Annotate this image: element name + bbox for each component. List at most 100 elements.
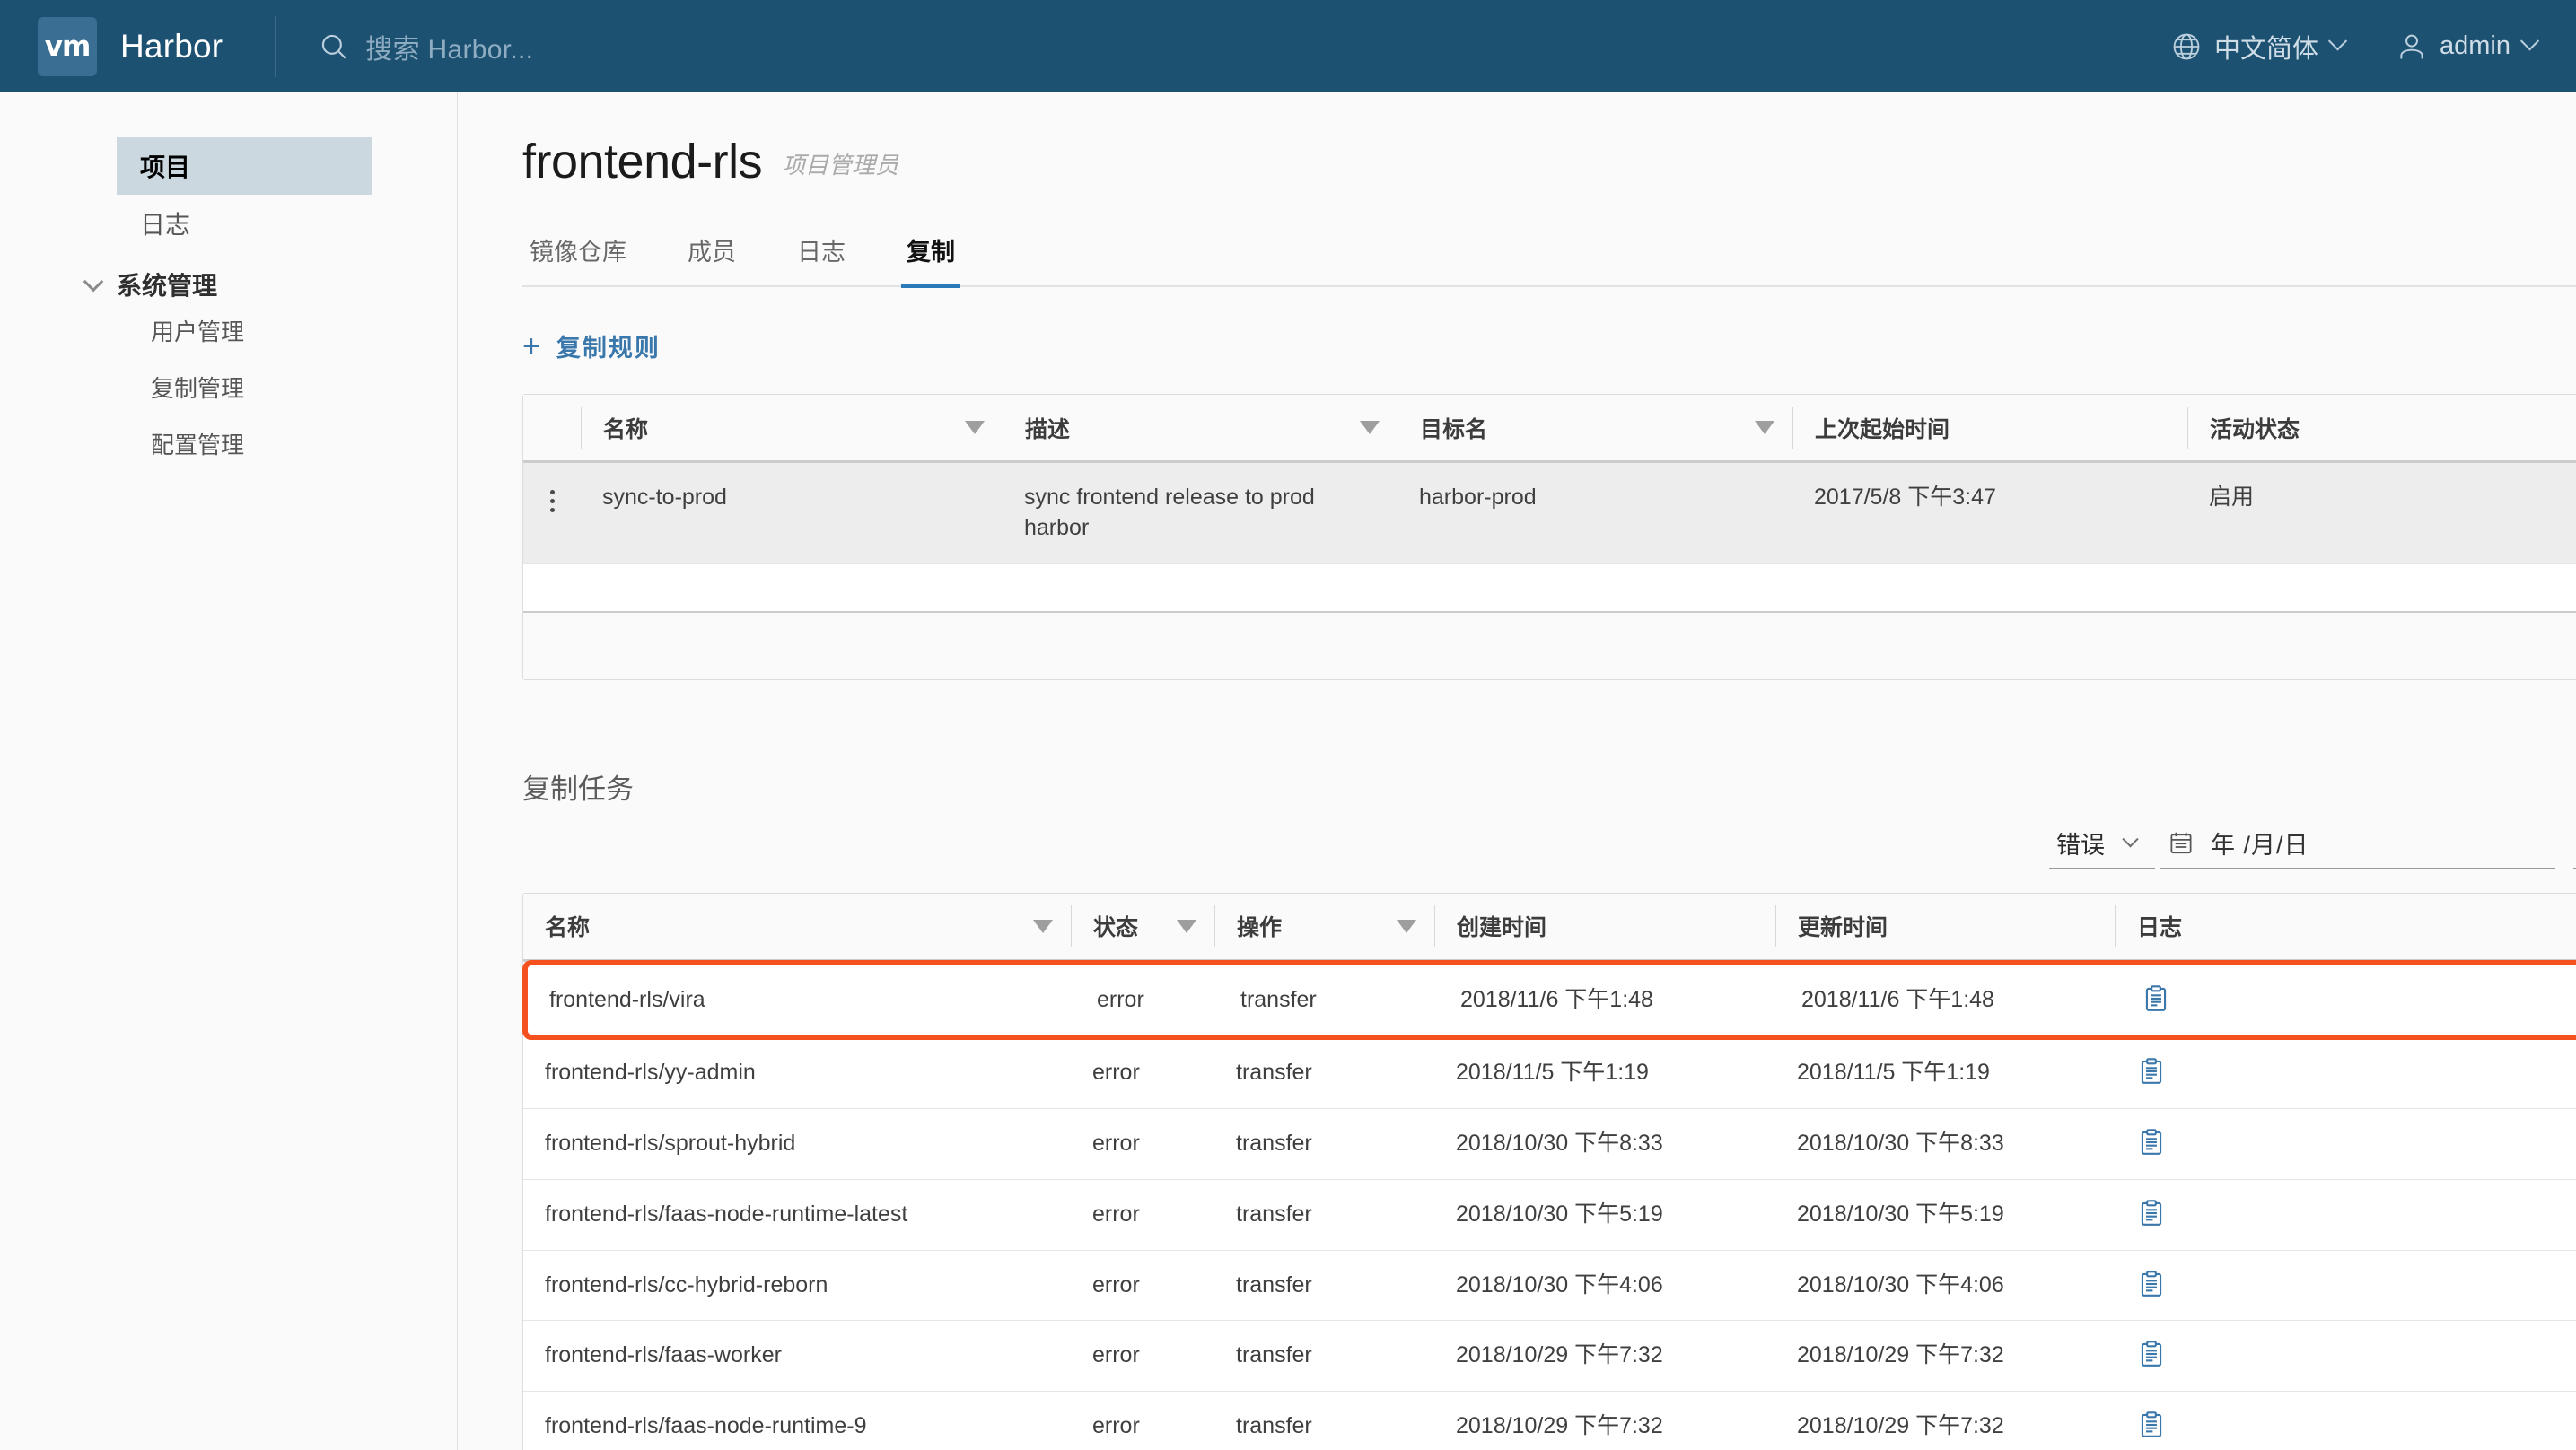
rules-header-description-label: 描述: [1025, 412, 1070, 444]
filter-icon[interactable]: [1755, 421, 1774, 434]
table-row[interactable]: sync-to-prod sync frontend release to pr…: [523, 463, 2576, 564]
header-divider: [275, 16, 276, 77]
rules-header-activity-status-label: 活动状态: [2210, 412, 2300, 444]
sidebar-item-projects[interactable]: 项目: [117, 137, 372, 195]
clipboard-log-icon: [2136, 1410, 2167, 1440]
cell-task-updated: 2018/10/29 下午7:32: [1775, 1392, 2115, 1450]
clipboard-log-icon: [2136, 1127, 2167, 1157]
table-row[interactable]: frontend-rls/faas-workererrortransfer201…: [523, 1321, 2576, 1392]
table-row[interactable]: frontend-rls/yy-adminerrortransfer2018/1…: [523, 1038, 2576, 1109]
chevron-down-icon: [2122, 831, 2138, 847]
cell-task-status: error: [1071, 1109, 1214, 1179]
tasks-date-from[interactable]: 年 /月/日: [2160, 825, 2555, 869]
tasks-status-filter-value: 错误: [2056, 825, 2105, 860]
table-row[interactable]: frontend-rls/faas-node-runtime-latesterr…: [523, 1180, 2576, 1251]
filter-icon[interactable]: [1360, 421, 1380, 434]
tasks-header-created: 创建时间: [1434, 905, 1775, 947]
sidebar-item-configuration-management[interactable]: 配置管理: [151, 415, 457, 472]
cell-rule-name: sync-to-prod: [581, 463, 1003, 533]
cell-task-created: 2018/10/29 下午7:32: [1434, 1321, 1775, 1391]
sidebar-item-logs[interactable]: 日志: [117, 195, 372, 252]
cell-task-created: 2018/11/5 下午1:19: [1434, 1038, 1775, 1108]
tab-replication[interactable]: 复制: [901, 223, 960, 288]
rules-header-last-start-label: 上次起始时间: [1815, 412, 1950, 444]
cell-task-operation: transfer: [1214, 1109, 1434, 1179]
tab-members[interactable]: 成员: [682, 223, 741, 288]
rules-header-name-label: 名称: [603, 412, 648, 444]
tasks-filters-row: 错误 年 /月/日: [2049, 825, 2576, 869]
filter-icon[interactable]: [1177, 920, 1196, 933]
main-content: frontend-rls 项目管理员 镜像仓库 成员 日志 复制 + 复制规则 …: [458, 92, 2576, 1450]
cell-task-status: error: [1075, 965, 1219, 1035]
cell-task-created: 2018/10/30 下午8:33: [1434, 1109, 1775, 1179]
rules-header-name: 名称: [581, 407, 1003, 449]
cell-task-name: frontend-rls/faas-node-runtime-9: [523, 1392, 1071, 1450]
clipboard-log-icon: [2136, 1269, 2167, 1299]
task-log-button[interactable]: [2115, 1038, 2167, 1087]
row-actions-menu-icon[interactable]: [523, 463, 581, 512]
sidebar-group-label: 系统管理: [117, 266, 217, 302]
task-log-button[interactable]: [2115, 1109, 2167, 1157]
new-replication-rule-label: 复制规则: [556, 328, 661, 363]
clipboard-log-icon: [2141, 983, 2171, 1014]
sidebar-item-replication-management[interactable]: 复制管理: [151, 359, 457, 415]
user-menu[interactable]: admin: [2396, 31, 2537, 62]
filter-icon[interactable]: [965, 421, 985, 434]
task-log-button[interactable]: [2115, 1180, 2167, 1228]
project-role-label: 项目管理员: [782, 147, 898, 189]
task-log-button[interactable]: [2115, 1392, 2167, 1440]
cell-task-status: error: [1071, 1180, 1214, 1250]
cell-task-created: 2018/10/29 下午7:32: [1434, 1392, 1775, 1450]
cell-task-operation: transfer: [1214, 1392, 1434, 1450]
cell-task-operation: transfer: [1214, 1180, 1434, 1250]
cell-task-name: frontend-rls/faas-worker: [523, 1321, 1071, 1391]
tasks-table-header: 名称 状态 操作 创建时间 更新时间 日志: [523, 894, 2576, 962]
project-tabs: 镜像仓库 成员 日志 复制: [522, 223, 2576, 287]
app-header: vm Harbor 搜索 Harbor... 中文简体: [0, 0, 2576, 92]
rules-table-empty-space: [523, 564, 2576, 611]
language-label: 中文简体: [2214, 28, 2318, 66]
sidebar-item-user-management[interactable]: 用户管理: [151, 302, 457, 359]
tab-repositories[interactable]: 镜像仓库: [524, 223, 632, 288]
new-replication-rule-button[interactable]: + 复制规则: [522, 328, 661, 363]
tasks-header-updated-label: 更新时间: [1798, 910, 1888, 942]
filter-icon[interactable]: [1033, 920, 1053, 933]
tasks-header-updated: 更新时间: [1775, 905, 2115, 947]
cell-task-updated: 2018/10/30 下午8:33: [1775, 1109, 2115, 1179]
header-actions: 中文简体 admin: [2171, 28, 2576, 66]
cell-task-status: error: [1071, 1251, 1214, 1321]
tab-logs[interactable]: 日志: [792, 223, 851, 288]
cell-task-name: frontend-rls/vira: [528, 965, 1075, 1035]
rules-header-target-label: 目标名: [1420, 412, 1487, 444]
brand[interactable]: vm Harbor: [0, 0, 223, 92]
task-log-button[interactable]: [2119, 965, 2171, 1014]
cell-rule-last-start: 2017/5/8 下午3:47: [1792, 463, 2187, 533]
tasks-section-header: 复制任务 简单检索: [522, 766, 2576, 869]
rules-table-footer: 1 - 1 共计 1 条: [523, 611, 2576, 679]
table-row[interactable]: frontend-rls/viraerrortransfer2018/11/6 …: [522, 960, 2576, 1041]
calendar-icon[interactable]: [2168, 829, 2195, 856]
cell-task-updated: 2018/10/29 下午7:32: [1775, 1321, 2115, 1391]
sidebar-group-administration[interactable]: 系统管理: [86, 266, 457, 302]
global-search[interactable]: 搜索 Harbor...: [319, 27, 533, 66]
table-row[interactable]: frontend-rls/faas-node-runtime-9errortra…: [523, 1392, 2576, 1450]
rules-header-activity-status: 活动状态: [2187, 407, 2576, 449]
language-switcher[interactable]: 中文简体: [2171, 28, 2344, 66]
replication-rules-table: 名称 描述 目标名 上次起始时间 活动状态: [522, 394, 2576, 680]
table-row[interactable]: frontend-rls/cc-hybrid-rebornerrortransf…: [523, 1251, 2576, 1322]
tasks-header-created-label: 创建时间: [1457, 910, 1546, 942]
tasks-date-from-value: 年 /月/日: [2211, 825, 2309, 860]
clipboard-log-icon: [2136, 1198, 2167, 1228]
plus-icon: +: [522, 331, 542, 362]
chevron-down-icon: [2520, 31, 2539, 50]
cell-task-updated: 2018/11/6 下午1:48: [1780, 965, 2119, 1035]
task-log-button[interactable]: [2115, 1251, 2167, 1299]
tasks-header-operation: 操作: [1214, 905, 1434, 947]
table-row[interactable]: frontend-rls/sprout-hybriderrortransfer2…: [523, 1109, 2576, 1180]
tasks-header-name-label: 名称: [545, 910, 590, 942]
tasks-status-filter[interactable]: 错误: [2049, 825, 2155, 869]
task-log-button[interactable]: [2115, 1321, 2167, 1369]
cell-rule-target: harbor-prod: [1398, 463, 1792, 533]
tasks-header-name: 名称: [523, 905, 1071, 947]
filter-icon[interactable]: [1397, 920, 1416, 933]
